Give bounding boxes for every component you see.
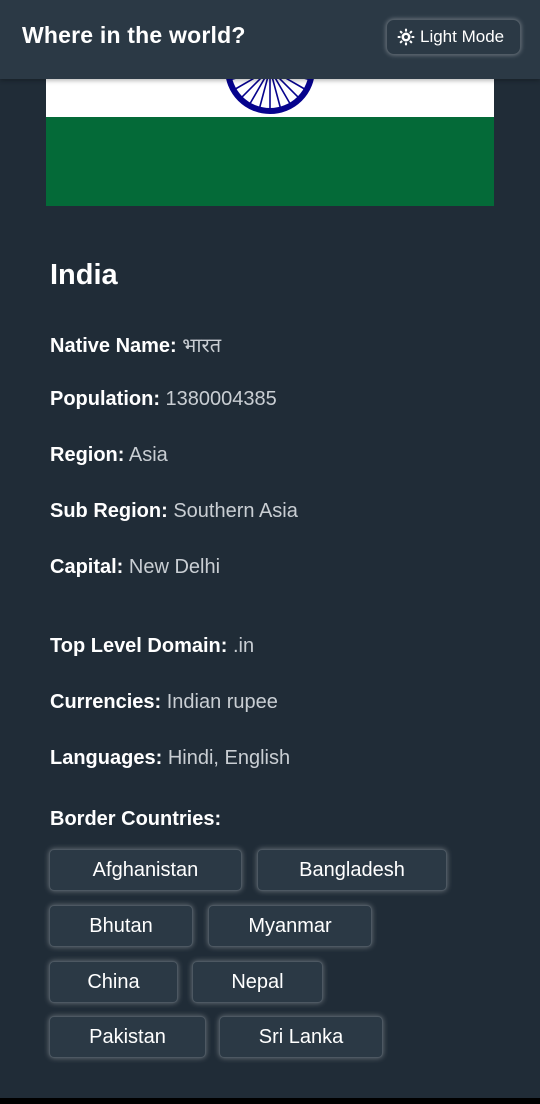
detail-value: भारत — [182, 335, 222, 357]
sun-icon — [397, 28, 415, 46]
detail-population: Population: 1380004385 — [50, 388, 277, 411]
light-mode-label: Light Mode — [420, 27, 505, 46]
detail-currencies: Currencies: Indian rupee — [50, 691, 278, 714]
border-country-button-afghanistan[interactable]: Afghanistan — [49, 849, 242, 891]
country-name: India — [50, 259, 118, 291]
detail-top-level-domain: Top Level Domain: .in — [50, 635, 254, 658]
flag-image — [46, 79, 494, 206]
border-country-button-sri-lanka[interactable]: Sri Lanka — [219, 1016, 383, 1058]
detail-label: Languages: — [50, 747, 163, 769]
country-flag — [46, 79, 494, 206]
detail-label: Sub Region: — [50, 500, 168, 522]
flag-green-band — [46, 117, 494, 206]
detail-sub-region: Sub Region: Southern Asia — [50, 500, 298, 523]
detail-value: Asia — [128, 444, 168, 466]
detail-value: New Delhi — [128, 556, 221, 578]
detail-languages: Languages: Hindi, English — [50, 747, 290, 770]
border-country-button-myanmar[interactable]: Myanmar — [208, 905, 372, 947]
detail-region: Region: Asia — [50, 444, 168, 467]
detail-label: Region: — [50, 444, 125, 466]
detail-label: Native Name: — [50, 335, 177, 357]
detail-label: Top Level Domain: — [50, 635, 228, 657]
detail-label: Capital: — [50, 556, 124, 578]
app-root: Where in the world? Light Mode India Nat… — [0, 0, 540, 1104]
light-mode-toggle-button[interactable]: Light Mode — [386, 19, 521, 55]
detail-label: Population: — [50, 388, 160, 410]
detail-value: .in — [232, 635, 255, 657]
border-country-button-china[interactable]: China — [49, 961, 178, 1003]
border-countries-title: Border Countries: — [50, 808, 222, 830]
detail-label: Currencies: — [50, 691, 162, 713]
detail-value: Hindi, English — [167, 747, 291, 769]
detail-native-name: Native Name: भारत — [50, 331, 221, 358]
app-title: Where in the world? — [22, 22, 246, 48]
border-country-button-bangladesh[interactable]: Bangladesh — [257, 849, 447, 891]
border-country-button-bhutan[interactable]: Bhutan — [49, 905, 193, 947]
border-country-button-nepal[interactable]: Nepal — [192, 961, 323, 1003]
detail-value: Indian rupee — [166, 691, 278, 713]
detail-value: 1380004385 — [165, 388, 277, 410]
detail-capital: Capital: New Delhi — [50, 556, 220, 579]
detail-value: Southern Asia — [173, 500, 298, 522]
border-country-button-pakistan[interactable]: Pakistan — [49, 1016, 206, 1058]
system-navigation-bar — [0, 1098, 540, 1104]
app-header: Where in the world? Light Mode — [0, 0, 540, 79]
